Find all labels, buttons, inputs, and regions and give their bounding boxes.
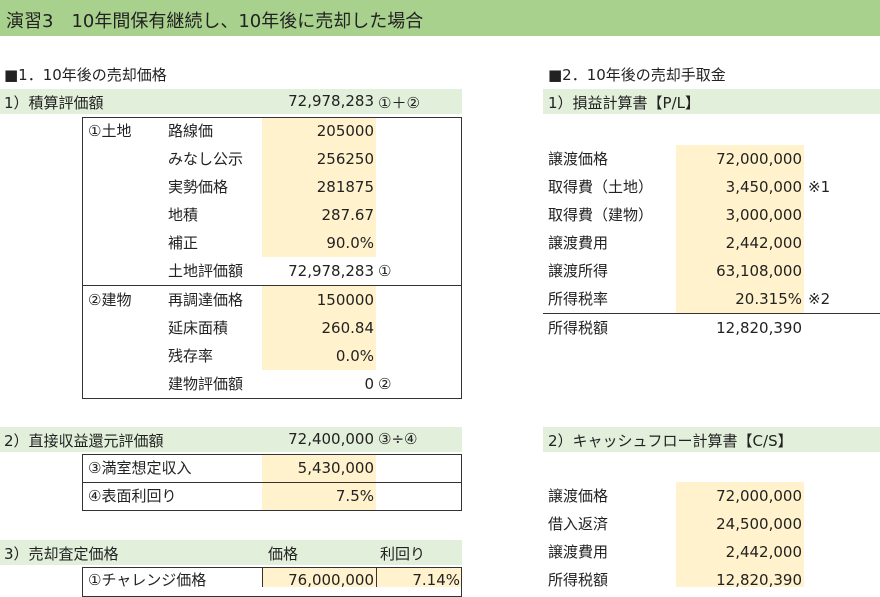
- sub1-label: 1）積算評価額: [4, 94, 104, 112]
- pl-row-label: 取得費（土地）: [548, 178, 654, 196]
- land-row-label: みなし公示: [168, 150, 244, 168]
- income-row-label: ④表面利回り: [88, 487, 177, 505]
- land-row-label: 補正: [168, 234, 199, 252]
- land-row-note: ①: [378, 262, 392, 280]
- sub2-value: 72,400,000: [288, 430, 374, 448]
- sub3-col-yield: 利回り: [380, 545, 426, 563]
- building-row-label: 建物評価額: [168, 375, 244, 393]
- cs-row-label: 所得税額: [548, 571, 609, 589]
- sale-row-yield: 7.14%: [412, 571, 460, 589]
- pl-row-label: 所得税率: [548, 290, 609, 308]
- pl-row-value[interactable]: 63,108,000: [676, 257, 802, 285]
- building-row-value[interactable]: 150000: [262, 286, 374, 314]
- land-row-value[interactable]: 90.0%: [262, 229, 374, 257]
- income-row-value[interactable]: 5,430,000: [262, 454, 374, 482]
- building-row-value[interactable]: 0.0%: [262, 342, 374, 370]
- section2-heading: ■2．10年後の売却手取金: [548, 66, 726, 84]
- sub1-value: 72,978,283: [288, 92, 374, 110]
- pl-row-value[interactable]: 3,450,000: [676, 173, 802, 201]
- land-row-label: 路線価: [168, 122, 214, 140]
- cs-row-label: 譲渡費用: [548, 543, 609, 561]
- pl-row-label: 譲渡価格: [548, 150, 609, 168]
- land-row-value[interactable]: 287.67: [262, 201, 375, 229]
- building-row-value: 0: [364, 375, 374, 393]
- sub1-note: ①＋②: [378, 94, 420, 112]
- sub3-col-price: 価格: [268, 545, 299, 563]
- pl-total-label: 所得税額: [548, 319, 609, 337]
- land-row-value[interactable]: 205000: [262, 117, 374, 145]
- cs-row-label: 譲渡価格: [548, 487, 609, 505]
- building-group-label: ②建物: [88, 291, 132, 309]
- sub2-label: 2）直接収益還元評価額: [4, 432, 164, 450]
- sheet-title-bar: 演習3 10年間保有継続し、10年後に売却した場合: [0, 0, 880, 36]
- building-row-value[interactable]: 260.84: [262, 314, 375, 342]
- pl-row-note: ※2: [808, 290, 831, 308]
- pl-row-label: 取得費（建物）: [548, 206, 654, 224]
- income-row-label: ③満室想定収入: [88, 459, 192, 477]
- pl-row-value[interactable]: 3,000,000: [676, 201, 802, 229]
- pl-row-label: 譲渡所得: [548, 262, 609, 280]
- building-row-note: ②: [378, 375, 392, 393]
- pl-row-value[interactable]: 2,442,000: [676, 229, 802, 257]
- building-row-label: 残存率: [168, 347, 214, 365]
- pl-label: 1）損益計算書【P/L】: [548, 94, 701, 112]
- pl-row-value[interactable]: 72,000,000: [676, 145, 802, 173]
- pl-total-value: 12,820,390: [716, 319, 802, 337]
- sale-row-label: ①チャレンジ価格: [88, 571, 207, 589]
- cs-row-value[interactable]: 72,000,000: [676, 482, 802, 510]
- cs-row-label: 借入返済: [548, 515, 609, 533]
- land-group-label: ①土地: [88, 122, 132, 140]
- land-row-label: 土地評価額: [168, 262, 244, 280]
- cs-row-value: 12,820,390: [716, 571, 802, 589]
- section1-heading: ■1．10年後の売却価格: [4, 66, 167, 84]
- sub3-label: 3）売却査定価格: [4, 545, 119, 563]
- pl-row-note: ※1: [808, 178, 831, 196]
- cs-label: 2）キャッシュフロー計算書【C/S】: [548, 432, 793, 450]
- land-row-value: 72,978,283: [288, 262, 374, 280]
- land-row-label: 地積: [168, 206, 199, 224]
- sheet-title: 演習3 10年間保有継続し、10年後に売却した場合: [6, 11, 424, 32]
- income-row-value[interactable]: 7.5%: [262, 482, 374, 510]
- building-row-label: 再調達価格: [168, 291, 244, 309]
- sub2-note: ③÷④: [378, 430, 418, 448]
- cs-row-value[interactable]: 24,500,000: [676, 510, 802, 538]
- cs-row-value[interactable]: 2,442,000: [676, 538, 802, 566]
- pl-row-value[interactable]: 20.315%: [676, 285, 802, 313]
- sale-row-price[interactable]: 76,000,000: [262, 566, 374, 594]
- land-row-value[interactable]: 256250: [262, 145, 374, 173]
- pl-row-label: 譲渡費用: [548, 234, 609, 252]
- land-row-value[interactable]: 281875: [262, 173, 374, 201]
- building-row-label: 延床面積: [168, 319, 229, 337]
- land-row-label: 実勢価格: [168, 178, 229, 196]
